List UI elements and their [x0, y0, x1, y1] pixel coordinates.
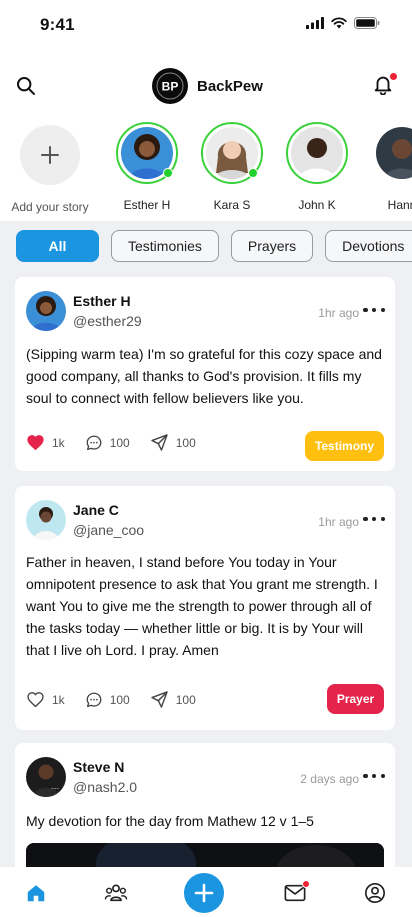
notifications-button[interactable] [372, 72, 398, 97]
story-name: John K [298, 198, 336, 212]
post-card: Jane C @jane_coo 1hr ago Father in heave… [15, 486, 395, 730]
story-avatar [291, 127, 343, 179]
filter-all[interactable]: All [16, 230, 99, 262]
nav-profile[interactable] [362, 880, 388, 906]
story-ring [201, 122, 263, 184]
post-author-name[interactable]: Esther H [73, 293, 131, 309]
add-story[interactable]: Add your story [10, 122, 90, 214]
share-count: 100 [175, 692, 196, 707]
signal-icon [306, 17, 324, 29]
home-icon [27, 885, 45, 902]
post-text: Father in heaven, I stand before You tod… [26, 554, 378, 658]
wifi-icon [331, 17, 347, 29]
post-text: My devotion for the day from Mathew 12 v… [26, 813, 314, 829]
post-category-badge[interactable]: Prayer [327, 684, 384, 714]
story-ring [116, 122, 178, 184]
add-story-label: Add your story [11, 200, 89, 214]
comment-button[interactable]: 100 [85, 691, 130, 709]
post-card: Esther H @esther29 1hr ago (Sipping warm… [15, 277, 395, 471]
avatar[interactable]: ~~~ [26, 757, 66, 797]
post-timestamp: 1hr ago [318, 515, 359, 529]
story-name: Kara S [213, 198, 251, 212]
filter-tabs: All Testimonies Prayers Devotions [16, 230, 412, 262]
status-time: 9:41 [40, 15, 75, 34]
stories-row: Add your story Esther H Kara S John K Ha… [0, 122, 412, 218]
like-button[interactable]: 1k [26, 434, 65, 451]
comment-button[interactable]: 100 [85, 434, 130, 452]
message-badge [302, 880, 310, 888]
filter-testimonies[interactable]: Testimonies [111, 230, 219, 262]
post-author-handle: @jane_coo [73, 522, 145, 538]
bottom-navigation [0, 867, 412, 917]
avatar[interactable] [26, 500, 66, 540]
post-author-name[interactable]: Steve N [73, 759, 124, 775]
status-icons [306, 17, 380, 29]
heart-outline-icon [27, 692, 44, 708]
add-story-button[interactable] [20, 125, 80, 185]
post-timestamp: 2 days ago [300, 772, 359, 786]
search-button[interactable] [14, 74, 38, 98]
like-count: 1k [52, 435, 65, 450]
nav-community[interactable] [103, 880, 129, 906]
post-actions: 1k 100 100 [26, 433, 196, 452]
story-name: Hann [387, 198, 412, 212]
nav-home[interactable] [23, 880, 49, 906]
story-ring [286, 122, 348, 184]
post-header: Jane C @jane_coo 1hr ago [15, 486, 395, 550]
share-button[interactable]: 100 [150, 433, 196, 452]
create-post-button[interactable] [184, 873, 224, 913]
more-options-icon[interactable] [363, 769, 385, 783]
post-header: ~~~ Steve N @nash2.0 2 days ago [15, 743, 395, 807]
post-text: (Sipping warm tea) I'm so grateful for t… [26, 346, 382, 406]
add-post-icon [194, 883, 214, 903]
svg-text:~~~: ~~~ [51, 786, 59, 791]
post-author-handle: @esther29 [73, 313, 142, 329]
brand: BP BackPew [152, 68, 263, 104]
app-header: BP BackPew [0, 66, 412, 106]
comment-count: 100 [109, 692, 130, 707]
send-icon [150, 434, 168, 451]
story-name: Esther H [123, 198, 171, 212]
filter-prayers[interactable]: Prayers [230, 230, 314, 262]
more-options-icon[interactable] [363, 512, 385, 526]
post-actions: 1k 100 100 [26, 690, 196, 709]
comment-icon [86, 692, 102, 707]
app-logo: BP [152, 68, 188, 104]
post-timestamp: 1hr ago [318, 306, 359, 320]
post-header: Esther H @esther29 1hr ago [15, 277, 395, 341]
send-icon [150, 691, 168, 708]
community-icon [104, 884, 128, 902]
battery-icon [354, 17, 380, 29]
story-hann[interactable]: Hann [362, 122, 412, 212]
logo-mark-icon: BP [156, 72, 184, 100]
svg-text:BP: BP [162, 80, 179, 94]
profile-icon [365, 883, 385, 903]
post-author-handle: @nash2.0 [73, 779, 138, 795]
avatar[interactable] [26, 291, 66, 331]
online-indicator [163, 168, 173, 178]
comment-count: 100 [109, 435, 130, 450]
status-bar: 9:41 [0, 0, 412, 52]
comment-icon [86, 435, 102, 450]
post-author-name[interactable]: Jane C [73, 502, 119, 518]
heart-filled-icon [27, 435, 44, 451]
story-ring [371, 122, 412, 184]
nav-messages[interactable] [282, 880, 310, 906]
story-john[interactable]: John K [277, 122, 357, 212]
story-esther[interactable]: Esther H [107, 122, 187, 212]
like-count: 1k [52, 692, 65, 707]
filter-devotions[interactable]: Devotions [325, 230, 412, 262]
more-options-icon[interactable] [363, 303, 385, 317]
app-name: BackPew [197, 77, 263, 95]
post-category-badge[interactable]: Testimony [305, 431, 384, 461]
story-kara[interactable]: Kara S [192, 122, 272, 212]
like-button[interactable]: 1k [26, 691, 65, 708]
plus-icon [41, 146, 59, 164]
share-button[interactable]: 100 [150, 690, 196, 709]
online-indicator [248, 168, 258, 178]
search-icon [17, 77, 35, 95]
story-avatar [376, 127, 412, 179]
notification-badge [389, 72, 398, 81]
share-count: 100 [175, 435, 196, 450]
